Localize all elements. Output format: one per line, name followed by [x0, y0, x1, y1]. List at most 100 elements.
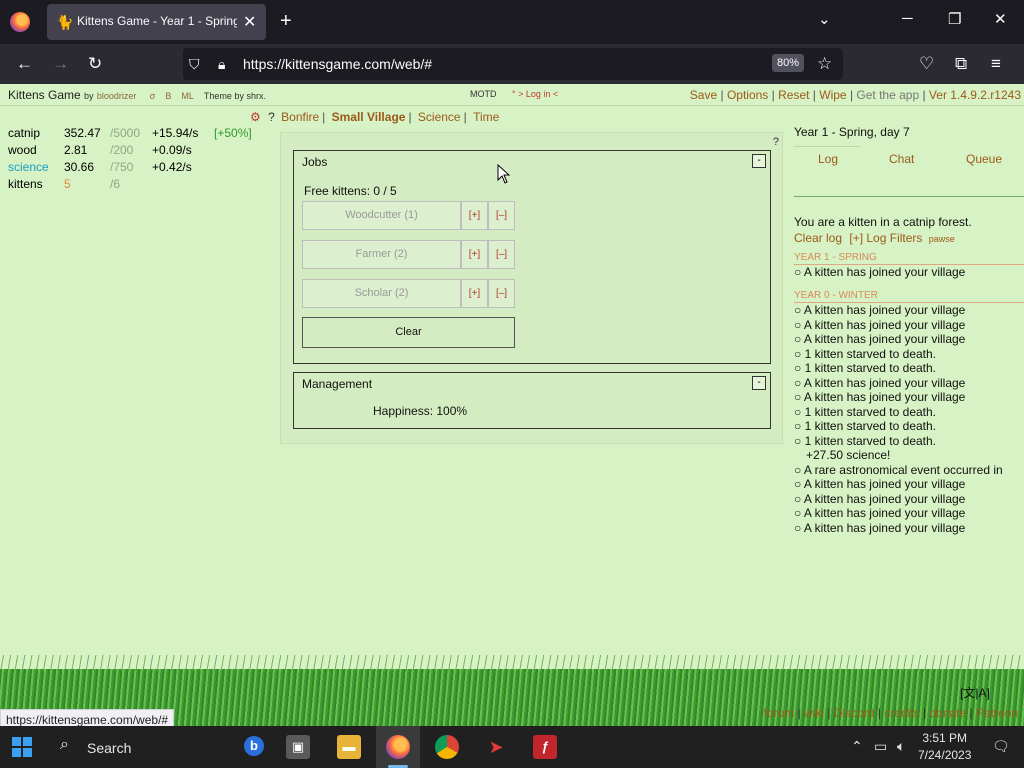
tab-chat[interactable]: Chat	[889, 152, 914, 166]
language-toggle[interactable]: [文|A]	[960, 684, 990, 701]
shield-icon[interactable]: ⛉	[189, 56, 200, 73]
scholar-button[interactable]: Scholar (2)	[302, 279, 461, 308]
volume-icon[interactable]: 🔈︎	[897, 738, 905, 755]
get-app-link[interactable]: Get the app	[856, 88, 919, 102]
author-link[interactable]: bloodrizer	[97, 91, 137, 101]
discord-link[interactable]: Discord	[834, 706, 875, 720]
clear-log-link[interactable]: Clear log	[794, 231, 842, 245]
panel-help-icon[interactable]: ?	[773, 136, 779, 148]
chrome-icon[interactable]	[435, 735, 459, 759]
firefox-taskbar-icon[interactable]	[386, 735, 410, 759]
browser-tab[interactable]: 🐈 Kittens Game - Year 1 - Spring, ✕	[47, 4, 266, 40]
log-entry: ○ 1 kitten starved to death.	[794, 404, 937, 419]
resource-name: kittens	[8, 177, 43, 191]
resource-bonus	[214, 160, 252, 177]
gear-icon[interactable]: ⚙	[250, 110, 261, 124]
flash-icon[interactable]: ƒ	[533, 735, 557, 759]
log-entry: ○ A kitten has joined your village	[794, 520, 966, 535]
management-collapse-button[interactable]: -	[752, 376, 766, 390]
free-kittens-label: Free kittens: 0 / 5	[304, 184, 397, 198]
pocket-icon[interactable]: ♡	[919, 54, 934, 74]
forum-link[interactable]: forum	[764, 706, 795, 720]
resource-row-catnip: catnip 352.47 /5000 +15.94/s [+50%]	[8, 126, 252, 143]
help-icon[interactable]: ?	[268, 110, 275, 124]
hamburger-menu-icon[interactable]: ≡	[991, 54, 1001, 74]
farmer-button[interactable]: Farmer (2)	[302, 240, 461, 269]
log-entry: ○ 1 kitten starved to death.	[794, 346, 937, 361]
calendar-date: Year 1 - Spring, day 7	[794, 125, 910, 139]
tab-science[interactable]: Science	[418, 110, 461, 124]
log-entry: ○ A kitten has joined your village	[794, 317, 966, 332]
wipe-link[interactable]: Wipe	[819, 88, 846, 102]
firefox-menu-icon[interactable]	[10, 12, 30, 32]
resource-max: /5000	[110, 126, 141, 140]
tab-bonfire[interactable]: Bonfire	[281, 110, 319, 124]
log-entry: ○ A kitten has joined your village	[794, 332, 966, 346]
tab-log[interactable]: Log	[818, 152, 838, 166]
farmer-remove-button[interactable]: [–]	[488, 240, 515, 269]
bing-icon[interactable]: b	[244, 736, 264, 756]
pawse-link[interactable]: pawse	[929, 234, 955, 244]
clear-jobs-button[interactable]: Clear	[302, 317, 515, 348]
browser-tab-bar: 🐈 Kittens Game - Year 1 - Spring, ✕ + ⌄ …	[0, 0, 1024, 44]
log-filters-link[interactable]: [+] Log Filters	[849, 231, 922, 245]
acrobat-icon[interactable]: ➤	[484, 735, 508, 759]
zoom-level-badge[interactable]: 80%	[772, 54, 805, 72]
b-link[interactable]: B	[165, 91, 171, 101]
woodcutter-remove-button[interactable]: [–]	[488, 201, 515, 230]
scholar-add-button[interactable]: [+]	[461, 279, 488, 308]
by-label: by	[84, 91, 94, 101]
credits-link[interactable]: credits	[884, 706, 919, 720]
motd-label[interactable]: MOTD	[470, 89, 497, 99]
start-button[interactable]	[12, 737, 32, 757]
back-icon[interactable]: ←	[16, 54, 33, 74]
taskbar-search[interactable]: ⌕ Search	[52, 731, 272, 763]
reset-link[interactable]: Reset	[778, 88, 809, 102]
patreon-link[interactable]: Patreon	[976, 706, 1018, 720]
bookmark-star-icon[interactable]: ☆	[817, 54, 832, 74]
resource-row-kittens: kittens 5 /6	[8, 177, 252, 194]
options-link[interactable]: Options	[727, 88, 768, 102]
ml-link[interactable]: ML	[181, 91, 194, 101]
tab-close-icon[interactable]: ✕	[243, 12, 256, 32]
jobs-collapse-button[interactable]: -	[752, 154, 766, 168]
task-view-icon[interactable]: ▣	[286, 735, 310, 759]
url-text[interactable]: https://kittensgame.com/web/#	[243, 56, 432, 72]
url-bar[interactable]: ⛉ 🔒︎ https://kittensgame.com/web/# 80% ☆	[183, 48, 843, 80]
extensions-icon[interactable]: ⧉	[955, 54, 967, 74]
file-explorer-icon[interactable]: ▬	[337, 735, 361, 759]
resource-bonus	[214, 177, 252, 194]
new-tab-button[interactable]: +	[280, 10, 292, 32]
list-all-tabs-icon[interactable]: ⌄	[818, 10, 831, 28]
wiki-link[interactable]: wiki	[804, 706, 824, 720]
restore-icon[interactable]: ❐	[948, 10, 961, 28]
resource-row-science: science 30.66 /750 +0.42/s	[8, 160, 252, 177]
resource-rate: +0.09/s	[152, 143, 192, 157]
tab-queue[interactable]: Queue	[966, 152, 1002, 166]
resource-table: catnip 352.47 /5000 +15.94/s [+50%] wood…	[8, 126, 252, 194]
network-icon[interactable]: ▭	[874, 738, 887, 755]
search-icon: ⌕	[60, 736, 69, 753]
log-divider	[794, 196, 1024, 197]
farmer-add-button[interactable]: [+]	[461, 240, 488, 269]
lock-icon[interactable]: 🔒︎	[218, 56, 225, 73]
woodcutter-button[interactable]: Woodcutter (1)	[302, 201, 461, 230]
login-link[interactable]: ° > Log in <	[512, 89, 558, 99]
clock-time: 3:51 PM	[922, 731, 968, 745]
donate-link[interactable]: donate	[929, 706, 966, 720]
tray-chevron-icon[interactable]: ⌃	[851, 738, 863, 755]
management-title: Management	[302, 377, 373, 391]
sigma-link[interactable]: σ	[150, 91, 156, 101]
taskbar-clock[interactable]: 3:51 PM 7/24/2023	[918, 730, 971, 764]
scholar-remove-button[interactable]: [–]	[488, 279, 515, 308]
tab-time[interactable]: Time	[473, 110, 499, 124]
notifications-icon[interactable]: 🗨︎	[992, 738, 1010, 755]
tab-small-village[interactable]: Small Village	[332, 110, 406, 124]
window-close-icon[interactable]: ✕	[994, 10, 1007, 28]
woodcutter-add-button[interactable]: [+]	[461, 201, 488, 230]
minimize-icon[interactable]: ─	[902, 10, 913, 27]
save-link[interactable]: Save	[690, 88, 717, 102]
reload-icon[interactable]: ↻	[88, 54, 102, 74]
version-link[interactable]: Ver 1.4.9.2.r1243	[929, 88, 1021, 102]
forward-icon[interactable]: →	[52, 54, 69, 74]
